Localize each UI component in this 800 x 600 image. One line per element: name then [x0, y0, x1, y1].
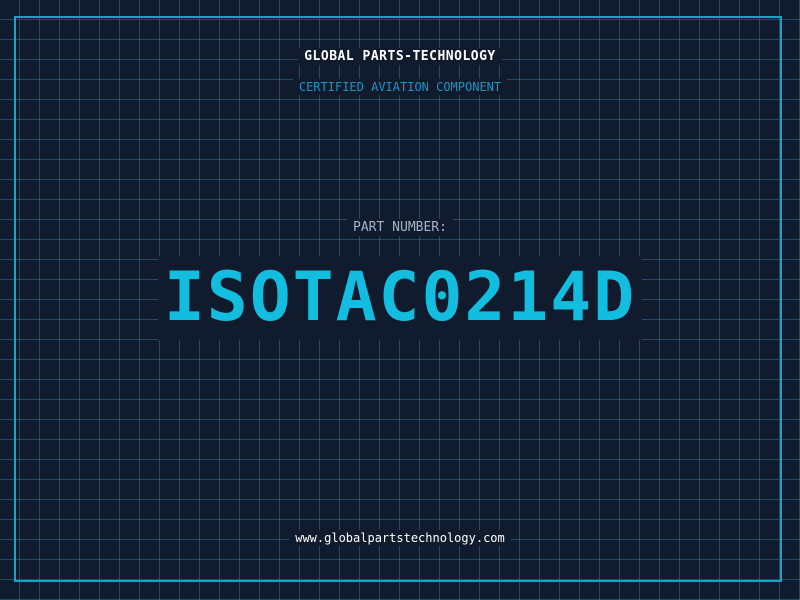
part-number-row: ISOTAC0214D — [0, 256, 800, 340]
company-name-row: GLOBAL PARTS-TECHNOLOGY — [0, 48, 800, 65]
subtitle: CERTIFIED AVIATION COMPONENT — [292, 79, 508, 95]
part-number-label: PART NUMBER: — [347, 219, 453, 236]
company-name: GLOBAL PARTS-TECHNOLOGY — [298, 48, 502, 65]
subtitle-row: CERTIFIED AVIATION COMPONENT — [0, 79, 800, 95]
part-number-value: ISOTAC0214D — [157, 256, 643, 340]
website-url: www.globalpartstechnology.com — [289, 530, 511, 546]
website-row: www.globalpartstechnology.com — [0, 530, 800, 546]
part-number-label-row: PART NUMBER: — [0, 219, 800, 236]
